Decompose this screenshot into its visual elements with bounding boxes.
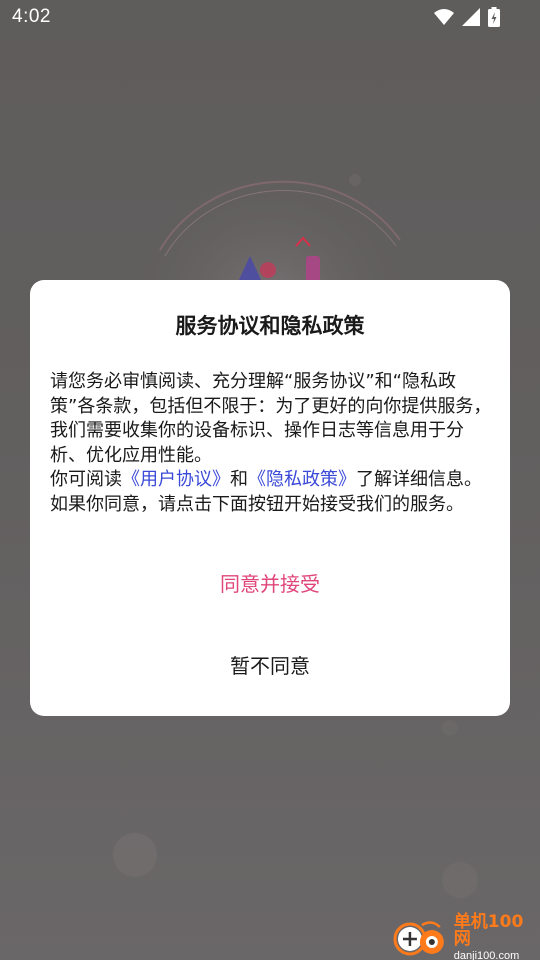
status-bar: 4:02 [0,0,540,36]
dialog-title: 服务协议和隐私政策 [175,314,365,338]
disagree-button[interactable]: 暂不同意 [30,650,510,679]
watermark-url: danji100.com [453,950,520,960]
watermark-title: 单机100网 [453,912,524,949]
status-icons [434,7,500,27]
cellular-signal-icon [462,8,480,26]
user-agreement-link[interactable]: 《用户协议》 [122,469,230,490]
privacy-dialog: 服务协议和隐私政策 请您务必审慎阅读、充分理解“服务协议”和“隐私政策”各条款，… [30,280,510,716]
dialog-paragraph-intro: 请您务必审慎阅读、充分理解“服务协议”和“隐私政策”各条款，包括但不限于：为了更… [50,371,492,466]
battery-charging-icon [488,7,500,27]
app-screen: 4:02 服务协议和隐私政策 请您务必审慎阅读、充分理解“服务协议”和“隐私政策… [0,0,540,960]
watermark: 单机100网 danji100.com [392,914,540,960]
dialog-body: 请您务必审慎阅读、充分理解“服务协议”和“隐私政策”各条款，包括但不限于：为了更… [50,370,492,517]
links-and-text: 和 [230,469,248,490]
privacy-policy-link[interactable]: 《隐私政策》 [248,469,356,490]
agree-button[interactable]: 同意并接受 [30,568,510,597]
dialog-paragraph-links: 你可阅读《用户协议》和《隐私政策》了解详细信息。如果你同意，请点击下面按钮开始接… [50,468,492,517]
watermark-logo-icon [393,921,444,956]
wifi-icon [434,9,454,25]
status-time: 4:02 [12,6,51,27]
links-prefix-text: 你可阅读 [50,469,122,490]
